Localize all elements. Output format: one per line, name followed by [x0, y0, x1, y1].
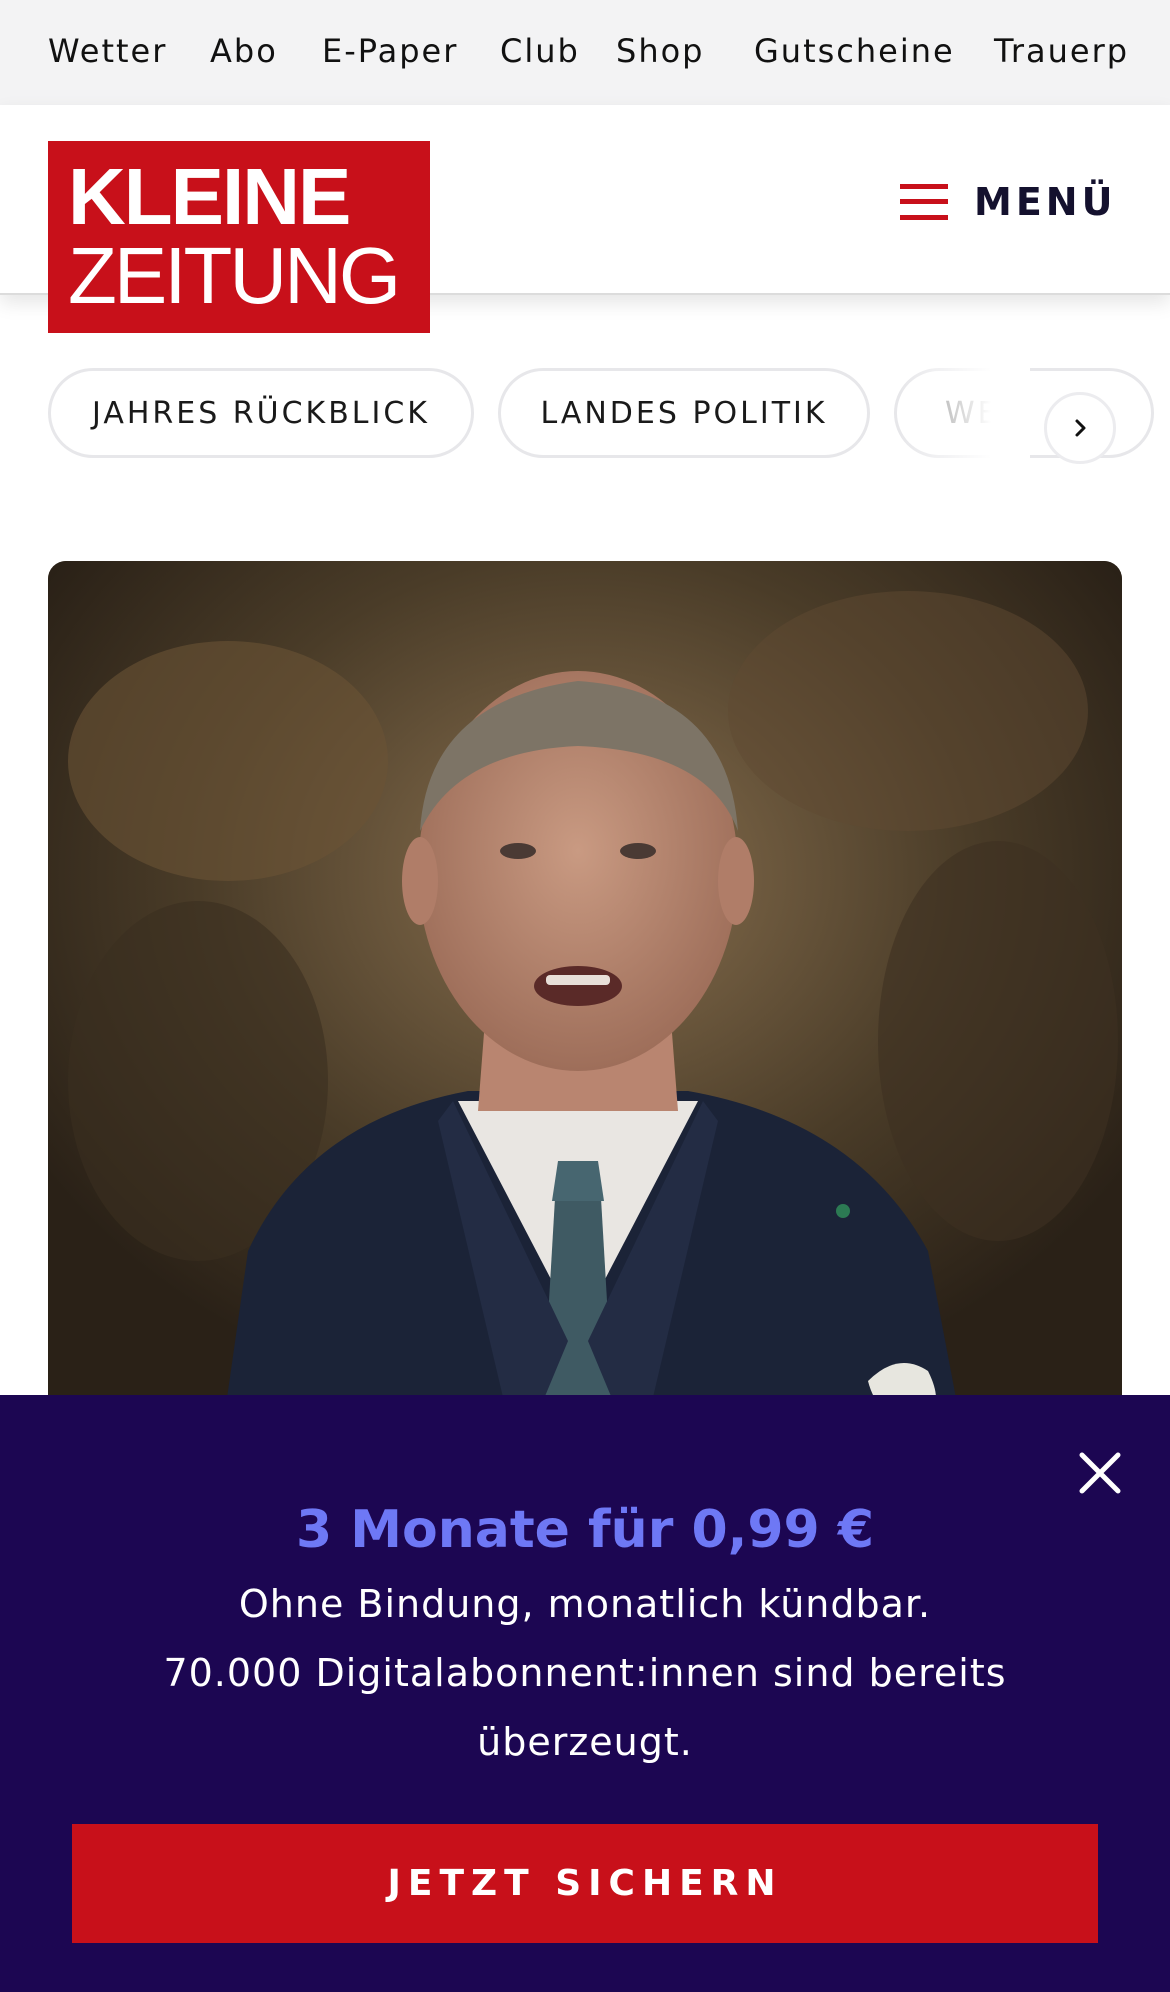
topbar-link-epaper[interactable]: E-Paper: [322, 32, 458, 70]
menu-label: MENÜ: [974, 180, 1117, 224]
promo-description: Ohne Bindung, monatlich kündbar. 70.000 …: [140, 1570, 1030, 1777]
top-utility-bar: Wetter Abo E-Paper Club Shop Gutscheine …: [0, 0, 1170, 105]
logo-text-zeitung: ZEITUNG: [68, 231, 401, 320]
topbar-link-wetter[interactable]: Wetter: [48, 32, 167, 70]
subscription-promo-banner: 3 Monate für 0,99 € Ohne Bindung, monatl…: [0, 1395, 1170, 1992]
topbar-link-abo[interactable]: Abo: [210, 32, 278, 70]
chip-landespolitik[interactable]: LANDES POLITIK: [498, 368, 870, 458]
promo-line-2: 70.000 Digitalabonnent:innen sind bereit…: [163, 1651, 1007, 1764]
topbar-link-gutscheine[interactable]: Gutscheine: [754, 32, 955, 70]
hamburger-icon: [900, 184, 948, 220]
category-chip-bar: JAHRES RÜCKBLICK LANDES POLITIK WE: [0, 368, 1170, 464]
menu-button[interactable]: MENÜ: [900, 167, 1120, 237]
promo-cta-button[interactable]: JETZT SICHERN: [72, 1824, 1098, 1943]
topbar-link-club[interactable]: Club: [500, 32, 580, 70]
promo-line-1: Ohne Bindung, monatlich kündbar.: [238, 1582, 932, 1626]
topbar-link-trauerportal[interactable]: Trauerp: [994, 32, 1129, 70]
promo-headline: 3 Monate für 0,99 €: [295, 1500, 875, 1560]
topbar-link-shop[interactable]: Shop: [616, 32, 704, 70]
close-icon[interactable]: [1072, 1445, 1128, 1501]
logo-text-kleine: KLEINE: [68, 152, 351, 241]
chip-fade-overlay: [900, 368, 1030, 460]
chip-jahresrueckblick[interactable]: JAHRES RÜCKBLICK: [48, 368, 474, 458]
chevron-right-icon[interactable]: [1044, 392, 1116, 464]
hero-image[interactable]: [48, 561, 1122, 1461]
site-logo[interactable]: KLEINE ZEITUNG: [48, 141, 430, 333]
